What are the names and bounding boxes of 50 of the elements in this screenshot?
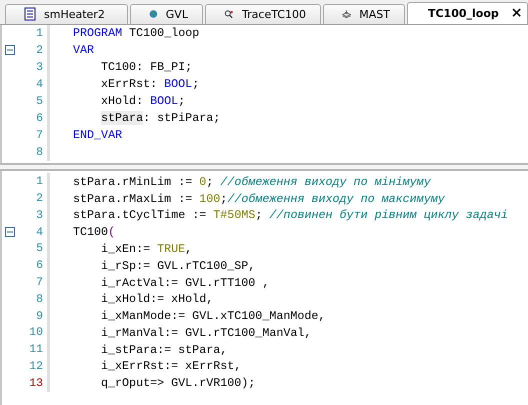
- line-number: 3: [36, 208, 43, 222]
- collapse-icon[interactable]: [5, 45, 15, 56]
- line-number: 7: [36, 276, 43, 289]
- code-line: i_xHold:= xHold,: [101, 292, 214, 306]
- code-line: stPara.rMinLim := 0; //обмеження виходу по мінімуму: [73, 174, 431, 189]
- editor-tab[interactable]: TC100_loop ×: [406, 2, 528, 24]
- line-number: 10: [29, 326, 43, 340]
- line-number: 12: [29, 360, 43, 373]
- line-number: 6: [36, 112, 43, 125]
- line-number: 2: [36, 44, 43, 57]
- line-number: 2: [36, 192, 43, 206]
- line-number: 8: [36, 146, 43, 159]
- line-number: 4: [36, 78, 43, 91]
- close-icon[interactable]: ×: [510, 5, 522, 22]
- code-line: i_rActVal:= GVL.rTT100 ,: [101, 276, 270, 290]
- code-line: i_stPara:= stPara,: [101, 342, 228, 357]
- code-line: stPara: stPiPara;: [101, 111, 220, 126]
- line-number: 4: [36, 226, 43, 239]
- document-icon: [24, 7, 36, 22]
- line-number: 8: [36, 292, 43, 306]
- line-number: 5: [36, 242, 43, 256]
- editor-tab[interactable]: MAST: [322, 4, 405, 24]
- code-line: q_rOput=> GVL.rVR100);: [101, 376, 256, 390]
- code-line: xHold: BOOL;: [101, 94, 186, 108]
- code-line: TC100: FB_PI;: [101, 60, 192, 74]
- line-number: 13: [29, 376, 43, 390]
- code-line: stPara.rMaxLim := 100;//обмеження виходу по максимуму: [73, 192, 445, 206]
- code-line: xErrRst: BOOL;: [101, 77, 200, 92]
- code-line: VAR: [73, 43, 94, 58]
- code-line: i_rManVal:= GVL.rTC100_ManVal,: [101, 326, 312, 340]
- line-number: 1: [36, 26, 43, 40]
- line-number: 3: [36, 60, 43, 74]
- code-line: i_xErrRst:= xErrRst,: [101, 359, 242, 374]
- collapse-icon[interactable]: [5, 227, 15, 238]
- code-line: TC100(: [73, 225, 116, 240]
- line-number: 11: [29, 343, 43, 356]
- line-number: 9: [36, 310, 43, 323]
- code-line: i_rSp:= GVL.rTC100_SP,: [101, 258, 256, 273]
- code-line: i_xEn:= TRUE,: [101, 242, 192, 256]
- line-number: 5: [36, 94, 43, 108]
- line-number: 1: [36, 175, 43, 188]
- editor-tab[interactable]: GVL: [130, 4, 203, 24]
- editor-tab[interactable]: smHeater2: [5, 4, 128, 24]
- code-line: PROGRAM TC100_loop: [73, 26, 200, 40]
- line-number: 6: [36, 259, 43, 272]
- code-line: stPara.tCyclTime := T#50MS; //повинен бути рівним циклу задачі: [73, 208, 508, 222]
- line-number: 7: [36, 128, 43, 142]
- code-line: i_xManMode:= GVL.xTC100_ManMode,: [101, 309, 326, 324]
- editor-tab[interactable]: TraceTC100: [204, 4, 321, 24]
- code-line: END_VAR: [73, 128, 122, 142]
